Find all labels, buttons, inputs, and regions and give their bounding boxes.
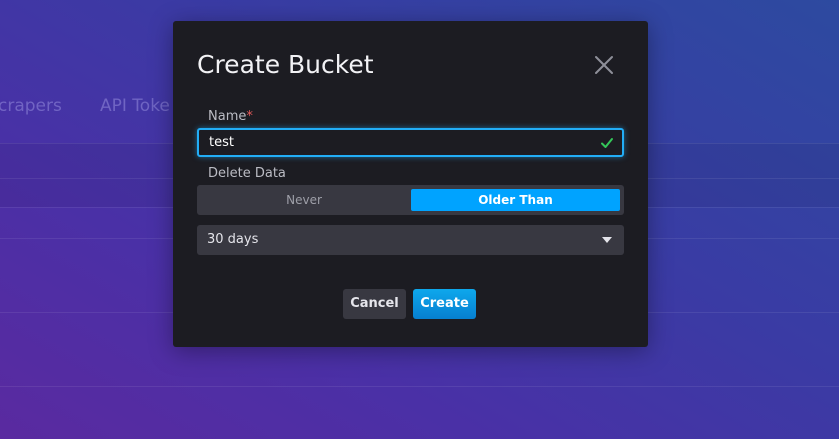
- tab-api-tokens: API Toke: [100, 96, 170, 116]
- required-marker: *: [246, 109, 253, 124]
- toggle-older-than[interactable]: Older Than: [411, 189, 620, 211]
- retention-period-value: 30 days: [207, 232, 259, 247]
- name-input[interactable]: [209, 130, 589, 155]
- tab-scrapers: crapers: [0, 96, 62, 116]
- chevron-down-icon: [602, 237, 612, 243]
- create-button[interactable]: Create: [413, 289, 476, 319]
- check-icon: [601, 138, 613, 148]
- background-divider: [0, 386, 839, 387]
- name-field[interactable]: [197, 128, 624, 157]
- close-button[interactable]: [592, 53, 616, 77]
- name-label: Name*: [208, 109, 253, 124]
- name-label-text: Name: [208, 109, 247, 124]
- toggle-never[interactable]: Never: [201, 189, 407, 211]
- dialog-title: Create Bucket: [197, 50, 374, 79]
- close-icon: [595, 56, 613, 74]
- retention-period-select[interactable]: 30 days: [197, 225, 624, 255]
- create-bucket-dialog: Create Bucket Name* Delete Data Never Ol…: [173, 21, 648, 347]
- delete-data-label: Delete Data: [208, 166, 286, 181]
- delete-data-toggle: Never Older Than: [197, 185, 624, 215]
- cancel-button[interactable]: Cancel: [343, 289, 406, 319]
